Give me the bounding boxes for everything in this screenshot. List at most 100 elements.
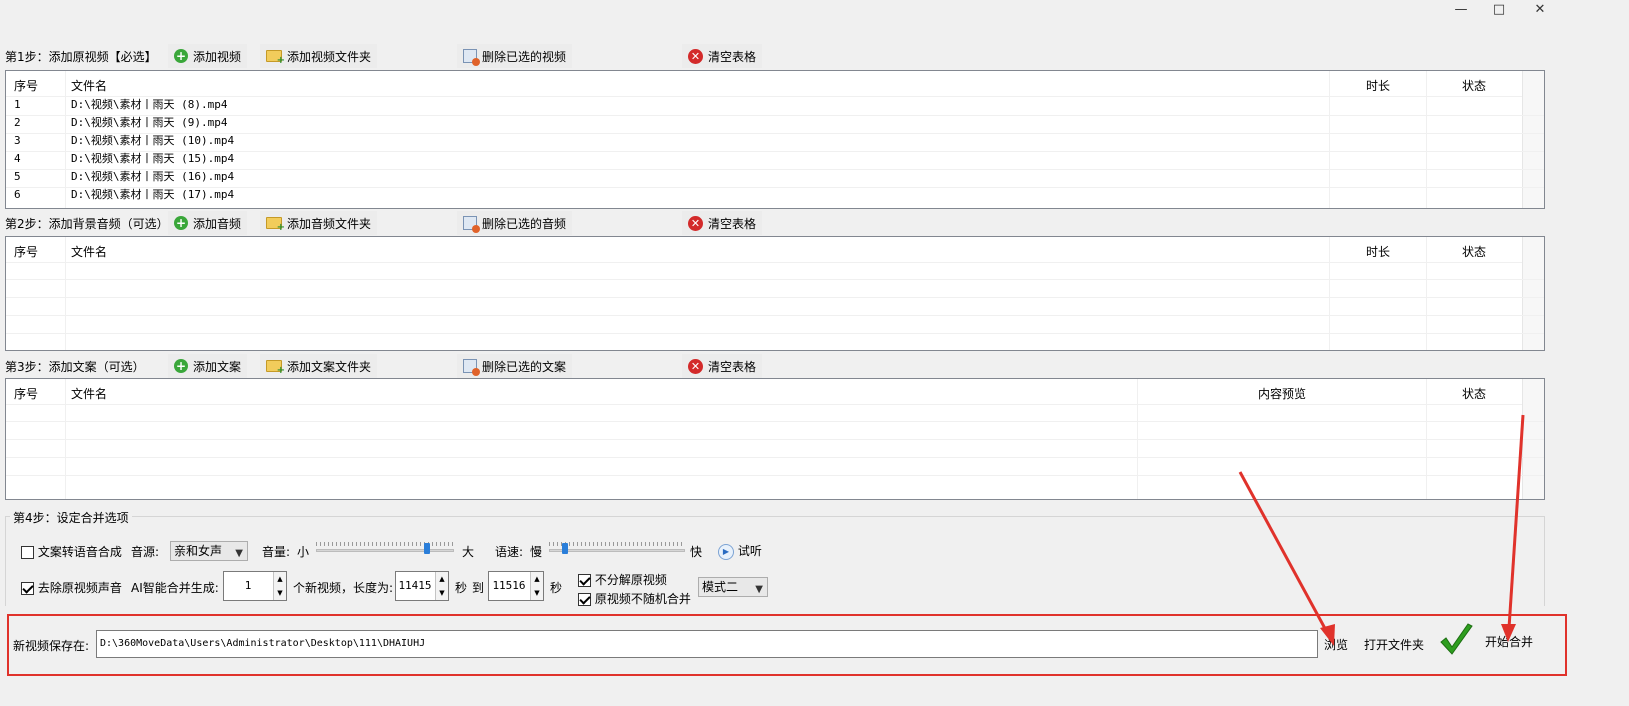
browse-button[interactable]: 浏览	[1322, 636, 1351, 653]
clear-table-label: 清空表格	[708, 216, 757, 231]
no-split-checkbox[interactable]: 不分解原视频	[578, 571, 667, 588]
clear-table-button[interactable]: ✕ 清空表格	[682, 44, 763, 68]
stepper-arrows-icon[interactable]: ▲ ▼	[273, 572, 286, 600]
delete-file-icon	[463, 49, 480, 66]
step4-title: 第4步：设定合并选项	[10, 509, 132, 526]
no-random-check-box[interactable]	[578, 593, 591, 606]
col-index: 序号	[14, 387, 39, 401]
speed-slider[interactable]	[549, 542, 685, 558]
delete-selected-video-button[interactable]: 删除已选的视频	[457, 44, 573, 68]
voice-label: 音源:	[131, 545, 160, 559]
table-row[interactable]: 3 D:\视频\素材丨雨天 (10).mp4	[6, 132, 1544, 150]
speed-slider-thumb[interactable]	[562, 543, 568, 554]
add-video-button[interactable]: + 添加视频	[168, 44, 248, 68]
stepper-arrows-icon[interactable]: ▲ ▼	[530, 572, 543, 600]
table-row[interactable]: 6 D:\视频\素材丨雨天 (17).mp4	[6, 186, 1544, 204]
add-text-folder-label: 添加文案文件夹	[287, 359, 372, 374]
table-row[interactable]: 1 D:\视频\素材丨雨天 (8).mp4	[6, 96, 1544, 114]
row-index: 5	[14, 170, 21, 183]
no-split-check-box[interactable]	[578, 574, 591, 587]
length-to-value: 11516	[492, 579, 526, 592]
stepper-arrows-icon[interactable]: ▲ ▼	[435, 572, 448, 600]
maximize-button[interactable]: □	[1479, 0, 1519, 20]
remove-audio-check-box[interactable]	[21, 582, 34, 595]
ai-merge-label: AI智能合并生成:	[131, 581, 219, 595]
col-index: 序号	[14, 79, 39, 93]
start-merge-check-icon[interactable]	[1438, 620, 1474, 660]
add-video-folder-label: 添加视频文件夹	[287, 49, 372, 64]
voice-select[interactable]: 亲和女声 ▼	[170, 541, 248, 561]
table-row[interactable]: 2 D:\视频\素材丨雨天 (9).mp4	[6, 114, 1544, 132]
preview-button[interactable]: ▶ 试听	[714, 540, 766, 562]
volume-slider-thumb[interactable]	[424, 543, 430, 554]
length-to-stepper[interactable]: 11516 ▲ ▼	[488, 571, 544, 601]
step1-toolbar: 第1步：添加原视频【必选】 + 添加视频 添加视频文件夹 删除已选的视频 ✕ 清…	[5, 43, 1545, 69]
no-random-checkbox[interactable]: 原视频不随机合并	[578, 590, 691, 607]
remove-audio-checkbox[interactable]: 去除原视频声音	[21, 579, 122, 596]
table-header: 序号 文件名 时长 状态	[6, 71, 1544, 97]
tts-checkbox[interactable]: 文案转语音合成	[21, 543, 122, 560]
speed-min-label: 慢	[530, 545, 543, 559]
table-row[interactable]: 4 D:\视频\素材丨雨天 (15).mp4	[6, 150, 1544, 168]
delete-selected-text-label: 删除已选的文案	[482, 359, 567, 374]
add-audio-label: 添加音频	[193, 216, 242, 231]
speed-max-label: 快	[690, 545, 703, 559]
text-table[interactable]: 序号 文件名 内容预览 状态	[5, 378, 1545, 500]
close-button[interactable]: ✕	[1520, 0, 1560, 20]
row-file: D:\视频\素材丨雨天 (16).mp4	[71, 170, 235, 183]
open-folder-button[interactable]: 打开文件夹	[1362, 636, 1427, 653]
delete-file-icon	[463, 216, 480, 233]
clear-icon: ✕	[688, 48, 703, 64]
row-index: 6	[14, 188, 21, 201]
col-status: 状态	[1462, 79, 1487, 93]
speed-label: 语速:	[495, 545, 524, 559]
table-header: 序号 文件名 时长 状态	[6, 237, 1544, 263]
start-merge-button[interactable]: 开始合并	[1483, 633, 1536, 650]
save-path-input[interactable]: D:\360MoveData\Users\Administrator\Deskt…	[96, 630, 1318, 658]
mode-select[interactable]: 模式二 ▼	[698, 577, 768, 597]
length-from-stepper[interactable]: 11415 ▲ ▼	[395, 571, 449, 601]
table-row[interactable]: 5 D:\视频\素材丨雨天 (16).mp4	[6, 168, 1544, 186]
row-index: 2	[14, 116, 21, 129]
minimize-button[interactable]: —	[1441, 0, 1481, 20]
add-audio-button[interactable]: + 添加音频	[168, 211, 248, 235]
row-index: 1	[14, 98, 21, 111]
delete-selected-text-button[interactable]: 删除已选的文案	[457, 354, 573, 378]
step2-title: 第2步：添加背景音频（可选）	[5, 217, 169, 231]
row-file: D:\视频\素材丨雨天 (8).mp4	[71, 98, 228, 111]
col-filename: 文件名	[71, 79, 108, 93]
length-from-value: 11415	[398, 579, 432, 592]
tts-check-box[interactable]	[21, 546, 34, 559]
delete-selected-video-label: 删除已选的视频	[482, 49, 567, 64]
save-path-label: 新视频保存在:	[13, 639, 90, 653]
delete-file-icon	[463, 359, 480, 376]
clear-audio-table-button[interactable]: ✕ 清空表格	[682, 211, 763, 235]
step3-title: 第3步：添加文案（可选）	[5, 360, 145, 374]
step2-toolbar: 第2步：添加背景音频（可选） + 添加音频 添加音频文件夹 删除已选的音频 ✕ …	[5, 210, 1545, 236]
video-count-stepper[interactable]: 1 ▲ ▼	[223, 571, 287, 601]
add-text-folder-button[interactable]: 添加文案文件夹	[260, 354, 378, 378]
audio-table[interactable]: 序号 文件名 时长 状态	[5, 236, 1545, 351]
clear-table-label: 清空表格	[708, 49, 757, 64]
add-icon: +	[174, 49, 188, 63]
folder-add-icon	[266, 360, 285, 376]
add-video-label: 添加视频	[193, 49, 242, 64]
row-index: 3	[14, 134, 21, 147]
col-filename: 文件名	[71, 245, 108, 259]
table-header: 序号 文件名 内容预览 状态	[6, 379, 1544, 405]
clear-text-table-button[interactable]: ✕ 清空表格	[682, 354, 763, 378]
mode-value: 模式二	[702, 580, 739, 594]
volume-min-label: 小	[297, 545, 310, 559]
volume-slider[interactable]	[316, 542, 454, 558]
volume-max-label: 大	[462, 545, 475, 559]
row-file: D:\视频\素材丨雨天 (15).mp4	[71, 152, 235, 165]
step1-title: 第1步：添加原视频【必选】	[5, 50, 157, 64]
delete-selected-audio-button[interactable]: 删除已选的音频	[457, 211, 573, 235]
add-video-folder-button[interactable]: 添加视频文件夹	[260, 44, 378, 68]
add-text-button[interactable]: + 添加文案	[168, 354, 248, 378]
voice-value: 亲和女声	[174, 544, 223, 558]
clear-icon: ✕	[688, 215, 703, 231]
seconds-label: 秒	[455, 581, 468, 595]
video-table[interactable]: 序号 文件名 时长 状态 1 D:\视频\素材丨雨天 (8).mp4 2 D:\视频…	[5, 70, 1545, 209]
add-audio-folder-button[interactable]: 添加音频文件夹	[260, 211, 378, 235]
